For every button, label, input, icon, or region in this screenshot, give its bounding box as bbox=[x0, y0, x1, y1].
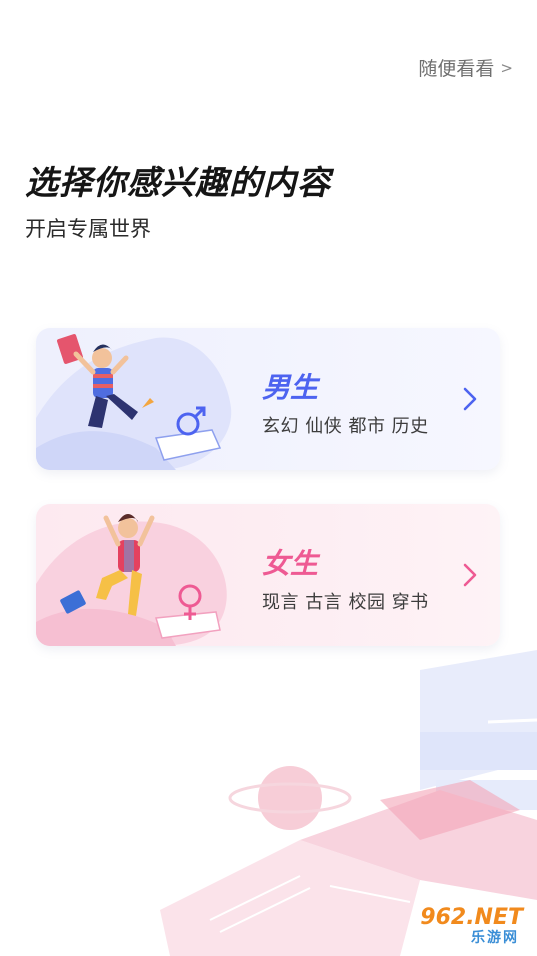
chevron-right-icon: > bbox=[500, 58, 513, 77]
watermark-sub: 乐游网 bbox=[471, 930, 519, 946]
option-genres: 玄幻 仙侠 都市 历史 bbox=[262, 416, 429, 437]
option-genres: 现言 古言 校园 穿书 bbox=[262, 592, 429, 613]
skip-label: 随便看看 bbox=[418, 58, 495, 80]
chevron-right-icon bbox=[463, 387, 477, 411]
skip-button[interactable]: 随便看看 > bbox=[418, 54, 513, 81]
option-label: 女生 bbox=[262, 547, 319, 580]
girl-reading-illustration bbox=[36, 514, 227, 646]
watermark-logo: 962.NET 乐游网 bbox=[399, 905, 529, 950]
option-card-male[interactable]: 男生 玄幻 仙侠 都市 历史 bbox=[36, 328, 500, 470]
option-label: 男生 bbox=[262, 371, 319, 404]
option-card-female[interactable]: 女生 现言 古言 校园 穿书 bbox=[36, 504, 500, 646]
chevron-right-icon bbox=[463, 563, 477, 587]
page-title: 选择你感兴趣的内容 bbox=[25, 163, 331, 202]
page-subtitle: 开启专属世界 bbox=[25, 217, 151, 241]
boy-reading-illustration bbox=[36, 334, 232, 470]
